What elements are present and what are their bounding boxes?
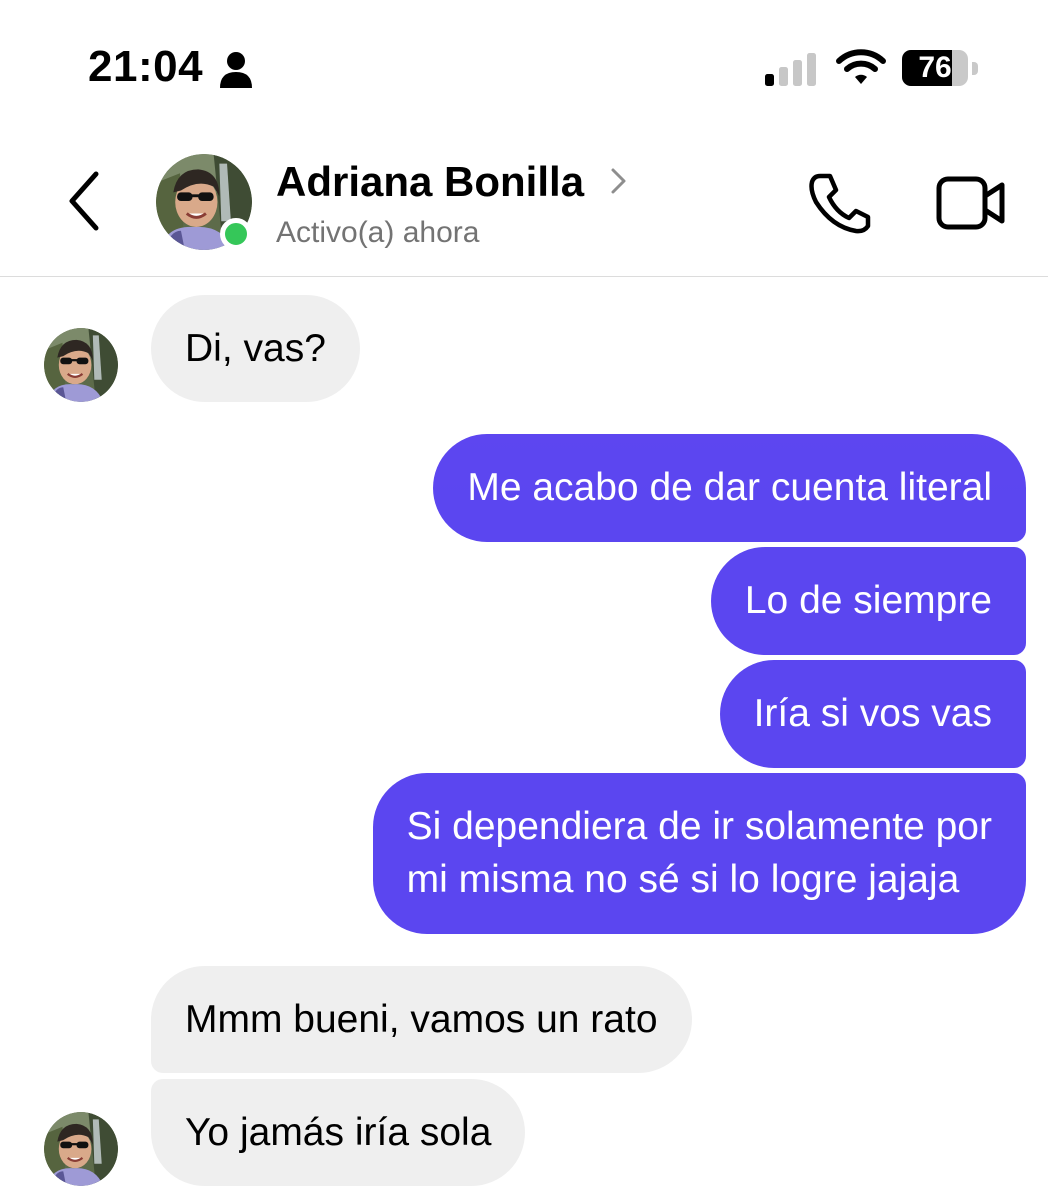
contact-name[interactable]: Adriana Bonilla xyxy=(276,158,584,206)
signal-bar xyxy=(765,74,774,86)
battery-icon: 76 xyxy=(902,50,982,88)
contact-status: Activo(a) ahora xyxy=(276,216,480,249)
video-call-button[interactable] xyxy=(936,174,1006,232)
sender-avatar[interactable] xyxy=(44,328,118,402)
message-text: Iría si vos vas xyxy=(753,692,992,735)
message-text: Me acabo de dar cuenta literal xyxy=(467,466,992,509)
signal-bar xyxy=(793,60,802,86)
battery-body: 76 xyxy=(902,50,968,86)
message-text: Yo jamás iría sola xyxy=(185,1111,492,1154)
status-time: 21:04 xyxy=(88,42,204,91)
outgoing-message[interactable]: Iría si vos vas xyxy=(719,660,1026,768)
incoming-message[interactable]: Mmm bueni, vamos un rato xyxy=(151,966,692,1073)
incoming-message[interactable]: Di, vas? xyxy=(151,295,360,402)
signal-bar xyxy=(807,53,816,86)
outgoing-message[interactable]: Lo de siempre xyxy=(710,547,1026,655)
wifi-icon xyxy=(836,48,886,86)
signal-bar xyxy=(779,67,788,86)
online-indicator xyxy=(220,218,252,250)
chat-header: Adriana Bonilla Activo(a) ahora xyxy=(0,120,1048,277)
signal-icon xyxy=(765,52,821,88)
back-button[interactable] xyxy=(60,168,112,234)
call-button[interactable] xyxy=(806,172,872,234)
video-camera-icon xyxy=(936,176,1005,230)
message-text-line: Si dependiera de ir solamente por xyxy=(406,805,992,848)
phone-icon xyxy=(809,173,871,234)
person-icon xyxy=(218,50,254,90)
back-arrow-icon xyxy=(69,171,99,231)
message-text-line: mi misma no sé si lo logre jajaja xyxy=(406,858,960,901)
sender-avatar[interactable] xyxy=(44,1112,118,1186)
battery-level: 76 xyxy=(918,51,952,84)
chevron-right-icon[interactable] xyxy=(608,166,630,196)
status-bar: 21:04 76 xyxy=(0,0,1048,120)
message-text: Mmm bueni, vamos un rato xyxy=(185,998,658,1041)
message-text: Lo de siempre xyxy=(744,579,992,622)
outgoing-message[interactable]: Si dependiera de ir solamente por mi mis… xyxy=(372,773,1026,934)
battery-cap xyxy=(972,62,978,75)
outgoing-message[interactable]: Me acabo de dar cuenta literal xyxy=(433,434,1026,542)
incoming-message[interactable]: Yo jamás iría sola xyxy=(151,1079,526,1186)
message-text: Di, vas? xyxy=(185,327,326,370)
